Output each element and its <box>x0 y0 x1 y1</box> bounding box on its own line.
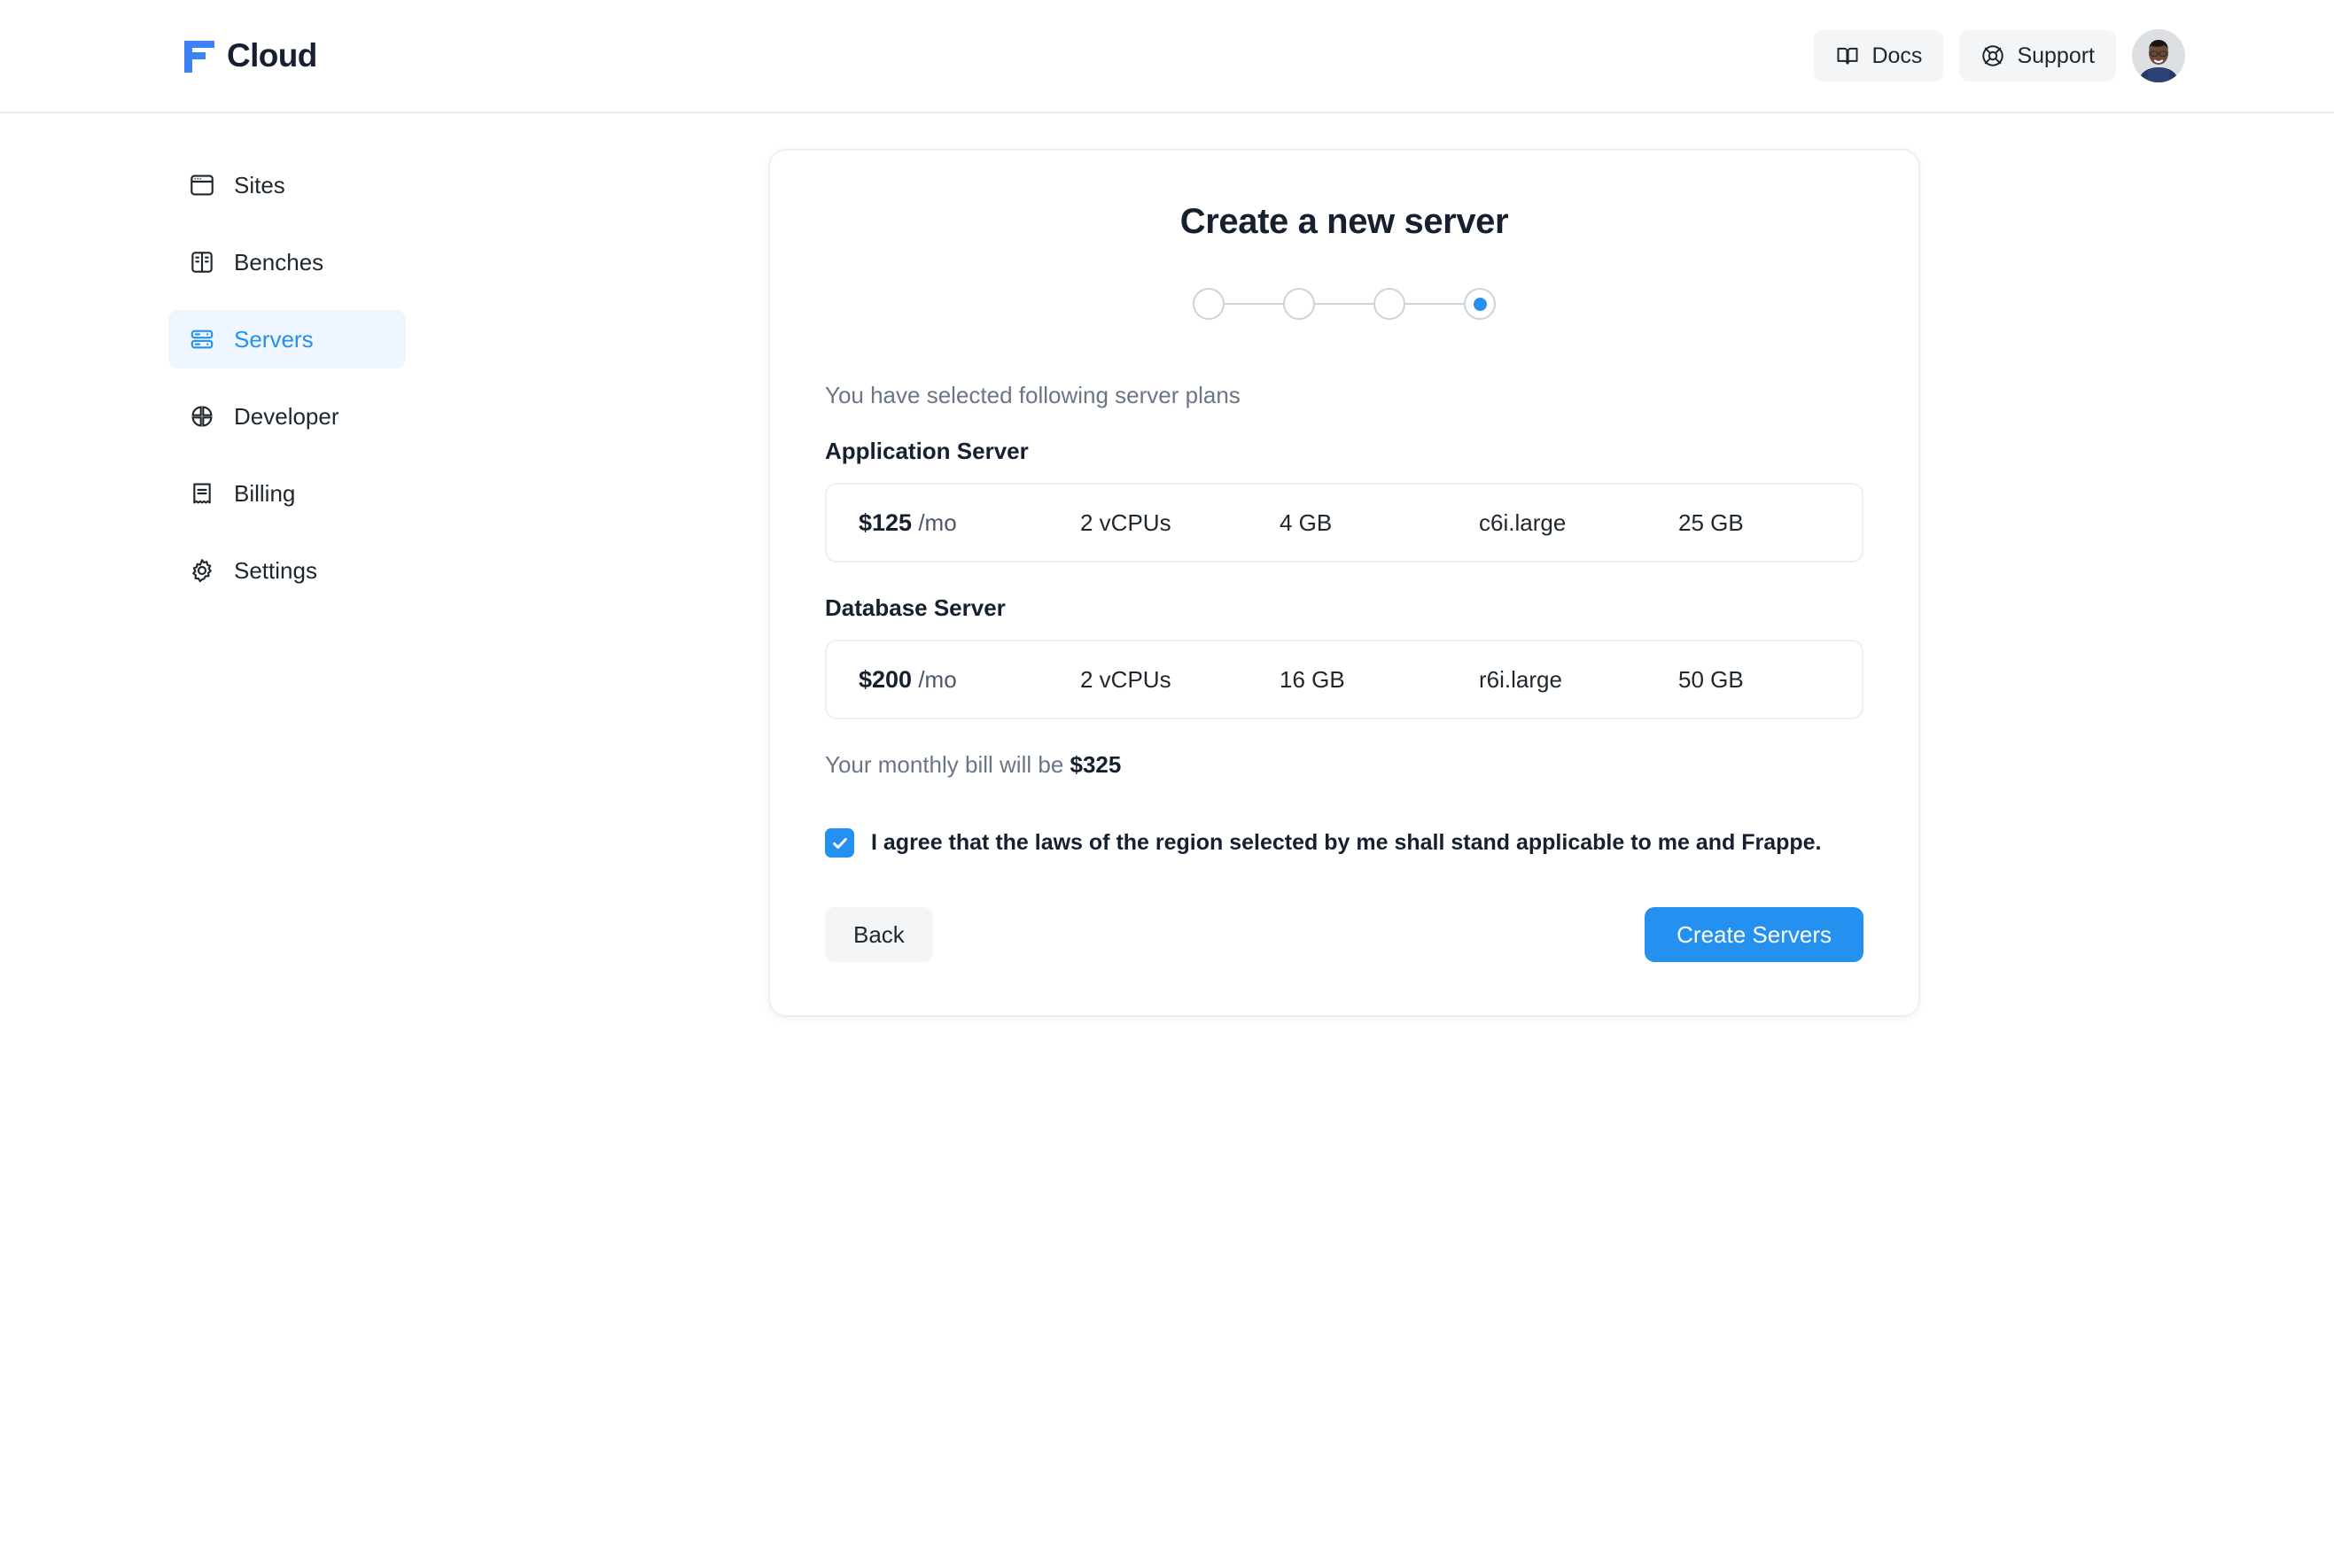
sidebar-item-label: Developer <box>234 402 339 430</box>
step-1[interactable] <box>1193 288 1225 320</box>
plan-memory: 4 GB <box>1280 508 1333 536</box>
plan-vcpu: 2 vCPUs <box>1080 508 1171 536</box>
receipt-icon <box>188 479 216 508</box>
selection-intro: You have selected following server plans <box>825 382 1241 408</box>
step-connector <box>1405 303 1464 305</box>
back-button[interactable]: Back <box>825 907 933 962</box>
sidebar-item-label: Billing <box>234 479 296 507</box>
plan-price: $200 <box>859 665 913 693</box>
section-title-application-server: Application Server <box>825 438 1029 464</box>
step-2[interactable] <box>1283 288 1315 320</box>
card-actions: Back Create Servers <box>825 907 1863 962</box>
step-connector <box>1315 303 1373 305</box>
agreement-label: I agree that the laws of the region sele… <box>871 830 1822 855</box>
plan-vcpu: 2 vCPUs <box>1080 665 1171 693</box>
gear-icon <box>188 556 216 585</box>
quadrants-icon <box>188 402 216 431</box>
create-server-card: Create a new server You have selected fo… <box>768 149 1920 1017</box>
page-title: Create a new server <box>1179 202 1509 241</box>
plan-price-cell: $125 /mo <box>859 509 1080 537</box>
section-title-database-server: Database Server <box>825 594 1006 621</box>
book-icon <box>1835 43 1860 68</box>
step-3[interactable] <box>1373 288 1405 320</box>
lifebuoy-icon <box>1980 43 2005 68</box>
monthly-bill-summary: Your monthly bill will be $325 <box>825 751 1863 779</box>
header-actions: Docs Support <box>1814 29 2185 82</box>
server-rack-icon <box>188 325 216 353</box>
monthly-bill-prefix: Your monthly bill will be <box>825 751 1070 778</box>
main-content: Create a new server You have selected fo… <box>354 113 2334 1017</box>
create-servers-button[interactable]: Create Servers <box>1645 907 1863 962</box>
sidebar-item-label: Servers <box>234 325 314 353</box>
monthly-bill-total: $325 <box>1070 751 1122 778</box>
docs-label: Docs <box>1871 43 1923 68</box>
docs-button[interactable]: Docs <box>1814 30 1944 82</box>
plan-row-application-server[interactable]: $125 /mo 2 vCPUs 4 GB c6i.large 25 GB <box>825 483 1863 563</box>
plan-instance-type: c6i.large <box>1479 508 1567 536</box>
agreement-row: I agree that the laws of the region sele… <box>825 828 1863 858</box>
support-button[interactable]: Support <box>1959 30 2116 82</box>
progress-stepper <box>825 288 1863 320</box>
brand-logo[interactable]: Cloud <box>184 37 317 74</box>
plan-period: /mo <box>918 665 957 693</box>
panels-icon <box>188 248 216 276</box>
plan-price-cell: $200 /mo <box>859 666 1080 694</box>
sidebar-item-label: Settings <box>234 556 317 584</box>
plan-disk: 50 GB <box>1678 665 1744 693</box>
support-label: Support <box>2017 43 2095 68</box>
sidebar-item-label: Benches <box>234 248 324 276</box>
top-header: Cloud Docs Support <box>0 0 2334 113</box>
brand-name: Cloud <box>227 37 317 74</box>
browser-window-icon <box>188 171 216 199</box>
plan-period: /mo <box>918 508 957 536</box>
frappe-f-logo-icon <box>184 39 214 73</box>
plan-row-database-server[interactable]: $200 /mo 2 vCPUs 16 GB r6i.large 50 GB <box>825 640 1863 719</box>
agreement-checkbox[interactable] <box>825 828 854 858</box>
plan-memory: 16 GB <box>1280 665 1345 693</box>
plan-disk: 25 GB <box>1678 508 1744 536</box>
step-4[interactable] <box>1464 288 1496 320</box>
sidebar: Sites Benches Servers Developer Billing … <box>0 113 406 618</box>
sidebar-item-label: Sites <box>234 171 285 198</box>
avatar[interactable] <box>2132 29 2185 82</box>
plan-instance-type: r6i.large <box>1479 665 1562 693</box>
plan-price: $125 <box>859 508 913 536</box>
step-connector <box>1225 303 1283 305</box>
